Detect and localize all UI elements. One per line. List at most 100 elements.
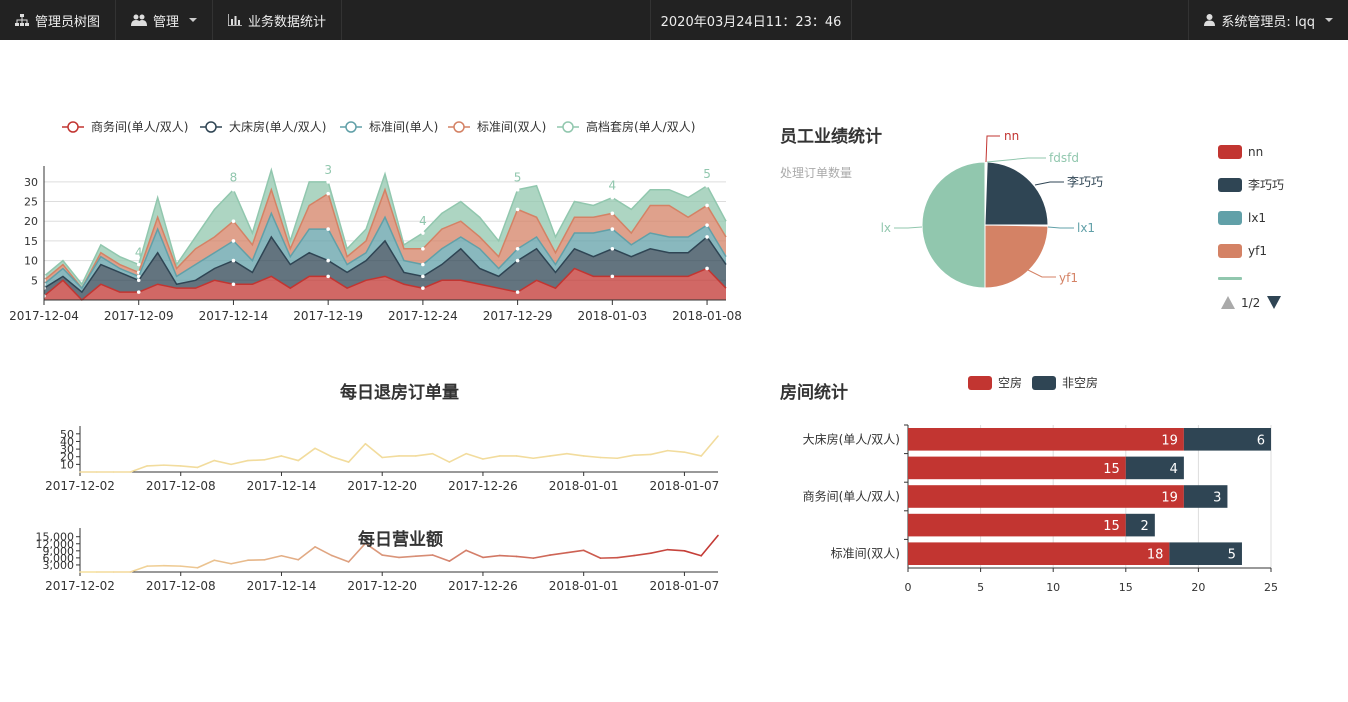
legend-label: 标准间(单人)	[369, 120, 438, 134]
line-segment	[650, 449, 669, 456]
users-icon	[131, 14, 148, 26]
user-icon	[1204, 14, 1216, 26]
page-down-icon[interactable]	[1267, 296, 1281, 309]
y-tick-label: 5	[31, 274, 38, 287]
pie-label: yf1	[1059, 271, 1078, 285]
checkout-chart-svg[interactable]: 10203040502017-12-02 2017-12-08 2017-12-14…	[0, 420, 760, 505]
legend-item[interactable]: 标准间(双人)	[448, 120, 546, 134]
stack-chart-svg: 商务间(单人/双人) 大床房(单人/双人) 标准间(单人) 标准间(双人) 高档套房(单…	[9, 119, 742, 323]
x-tick-label: 2017-12-02	[45, 479, 115, 493]
legend-item[interactable]: 标准间(单人)	[340, 120, 438, 134]
rooms-legend-item[interactable]: 非空房	[1032, 375, 1098, 390]
revenue-title: 每日营业额	[358, 530, 443, 550]
pie-label: fdsfd	[1049, 151, 1079, 165]
x-tick-label: 2017-12-19	[293, 309, 363, 323]
pie-legend-label: lx1	[1248, 211, 1266, 225]
x-tick-label: 2017-12-24	[388, 309, 458, 323]
bar-empty-value: 19	[1161, 491, 1178, 506]
bar-occupied-value: 5	[1228, 548, 1236, 563]
line-segment	[482, 554, 501, 559]
legend-marker	[562, 121, 574, 133]
nav-admin-tree[interactable]: 管理员树图	[0, 0, 117, 40]
line-segment	[331, 554, 350, 563]
line-segment	[582, 455, 602, 459]
bar-occupied-value: 3	[1213, 491, 1221, 506]
data-point	[136, 290, 141, 294]
legend-marker	[345, 121, 357, 133]
line-segment	[616, 554, 635, 559]
peak-label: 3	[324, 163, 332, 177]
pie-legend-item[interactable]: 李巧巧	[1218, 177, 1284, 192]
x-tick-label: 2017-12-02	[45, 579, 115, 593]
y-tick-label: 10	[24, 255, 38, 268]
line-segment	[566, 452, 585, 457]
legend-item[interactable]: 商务间(单人/双人)	[62, 119, 188, 134]
bar-chart-icon	[228, 14, 243, 26]
line-segment	[314, 546, 333, 557]
line-segment	[700, 534, 719, 557]
pie-legend-item[interactable]: nn	[1218, 145, 1263, 159]
room-type-stack-chart: 商务间(单人/双人) 大床房(单人/双人) 标准间(单人) 标准间(双人) 高档套房(单…	[0, 110, 760, 335]
pie-label-line	[894, 226, 923, 229]
pie-label-line	[1034, 181, 1064, 186]
peak-label: 8	[230, 171, 238, 185]
nav-manage-dropdown[interactable]: 管理	[116, 0, 214, 40]
peak-label: 4	[419, 214, 427, 228]
nav-business-stats[interactable]: 业务数据统计	[213, 0, 343, 40]
line-segment	[616, 454, 635, 460]
y-tick-label: 25	[24, 196, 38, 209]
pie-label: 李巧巧	[1067, 174, 1103, 189]
pie-legend-swatch	[1218, 244, 1242, 258]
nav-admin-tree-label: 管理员树图	[35, 14, 101, 30]
x-tick-label: 2017-12-04	[9, 309, 79, 323]
line-segment	[414, 554, 434, 558]
line-segment	[633, 552, 652, 557]
legend-item[interactable]: 高档套房(单人/双人)	[557, 119, 695, 134]
line-segment	[163, 464, 182, 467]
rooms-legend-item[interactable]: 空房	[968, 375, 1022, 390]
line-segment	[196, 559, 216, 569]
nav-spacer	[342, 0, 652, 40]
page-up-icon[interactable]	[1221, 296, 1235, 309]
pie-legend-item[interactable]: yf1	[1218, 244, 1267, 258]
top-navbar: 管理员树图 管理 业务数据统计 2020年03月24日11：23：46 系统管理…	[0, 0, 1348, 40]
data-point	[515, 207, 520, 212]
line-segment	[532, 455, 551, 460]
pie-legend-swatch	[1218, 211, 1242, 225]
nav-user-dropdown[interactable]: 系统管理员: lqq	[1188, 0, 1348, 40]
line-segment	[347, 442, 367, 463]
pie-label: lx1	[1077, 221, 1095, 235]
line-segment	[650, 548, 669, 554]
rooms-chart-svg[interactable]: 空房 非空房0 5 10 15 20 25大床房(单人/双人) 19 615 4商务间(单人/双人…	[780, 370, 1300, 605]
rooms-legend-label: 非空房	[1062, 375, 1098, 390]
data-point	[515, 187, 520, 192]
rooms-legend-swatch	[968, 376, 992, 390]
pie-chart-svg[interactable]: nn fdsfd 李巧巧 lx1 yf1 lx nn 李巧巧 lx1 yf1 1/2	[860, 120, 1300, 320]
data-point	[421, 286, 425, 290]
line-segment	[247, 458, 266, 462]
room-status-bar-chart: 空房 非空房 0 5 10 15 20 25 大床房(单人/双人) 19 6 15 4 商务间(单人/双人…	[780, 370, 1300, 605]
legend-marker	[453, 121, 465, 133]
bar-empty	[908, 428, 1184, 451]
x-tick-label: 2017-12-09	[104, 309, 174, 323]
bar-empty	[908, 542, 1170, 565]
line-segment	[314, 447, 333, 458]
legend-label: 高档套房(单人/双人)	[586, 119, 695, 134]
line-segment	[398, 555, 417, 559]
legend-item[interactable]: 大床房(单人/双人)	[200, 119, 326, 134]
data-point	[231, 282, 236, 287]
y-tick-label: 20	[24, 215, 38, 228]
line-segment	[549, 551, 568, 556]
data-point	[421, 231, 425, 235]
line-segment	[196, 459, 216, 469]
x-tick-label: 2017-12-14	[247, 479, 317, 493]
data-point	[326, 227, 330, 231]
bar-empty	[908, 485, 1184, 508]
line-segment	[515, 455, 535, 460]
x-tick-label: 2018-01-07	[650, 579, 720, 593]
pie-slice	[984, 224, 1049, 289]
stack-legend[interactable]: 商务间(单人/双人) 大床房(单人/双人) 标准间(单人) 标准间(双人) 高档套房(单…	[62, 119, 695, 134]
pie-legend-item[interactable]: lx1	[1218, 211, 1266, 225]
data-point	[231, 258, 236, 263]
line-segment	[431, 554, 451, 562]
